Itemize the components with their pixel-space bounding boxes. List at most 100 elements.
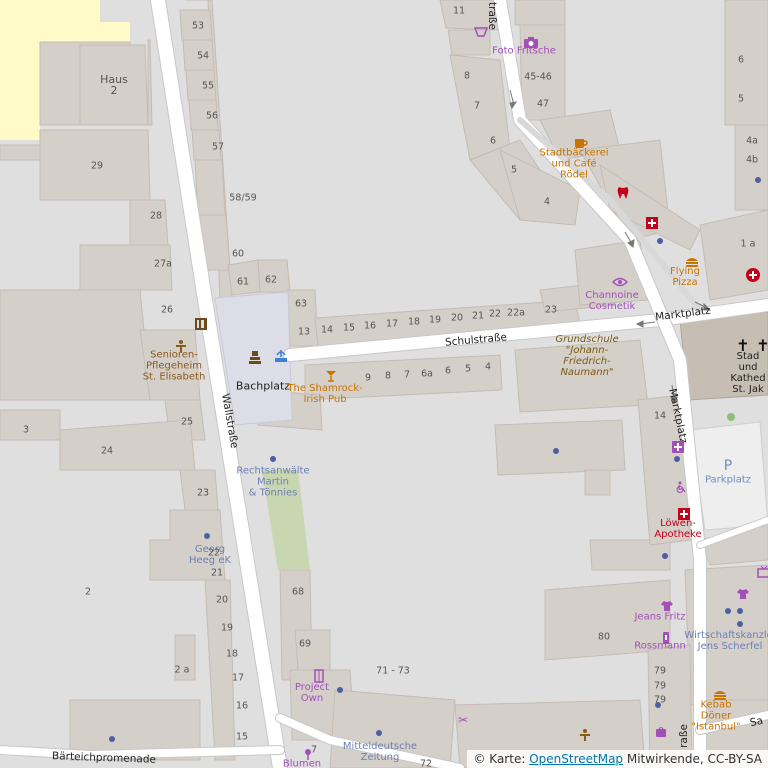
place-label-haus2: Haus 2	[100, 74, 128, 96]
poi-dot[interactable]	[553, 448, 559, 454]
house-number: 4	[484, 361, 492, 373]
house-number: 6a	[421, 368, 433, 380]
channoine-text: Channoine Cosmetik	[585, 290, 639, 312]
poi-rechtsanwaelte[interactable]: Rechtsanwälte Martin & Tönnies	[236, 466, 309, 499]
poi-mitteldeutsche-zeitung[interactable]: Mitteldeutsche Zeitung	[343, 741, 417, 763]
flying-pizza-text: Flying Pizza	[670, 266, 700, 288]
house-number: 11	[452, 5, 466, 17]
poi-stadtbaeckerei[interactable]: Stadtbäckerei und Café Rödel	[539, 148, 608, 181]
church-icon[interactable]: ✝	[756, 338, 768, 354]
kebab-text: Kebab Döner "Istanbul"	[691, 699, 741, 733]
house-number: 72	[419, 758, 433, 768]
poi-flying-pizza[interactable]: Flying Pizza	[670, 266, 700, 288]
house-number: 18	[407, 316, 421, 328]
house-number: 23	[544, 304, 558, 316]
mitteldeutsche-text: Mitteldeutsche Zeitung	[342, 741, 418, 763]
house-number: 63	[294, 298, 308, 310]
poi-shamrock-pub[interactable]: The Shamrock- Irish Pub	[287, 383, 362, 405]
house-number: 56	[205, 110, 219, 122]
house-number: 60	[231, 248, 245, 260]
poi-dot[interactable]	[109, 736, 115, 742]
shamrock-text: The Shamrock- Irish Pub	[287, 383, 363, 405]
church-icon[interactable]: ✝	[736, 338, 749, 354]
house-number: 8	[384, 370, 392, 382]
poi-dot[interactable]	[657, 238, 663, 244]
street-label-strasse-top: traße	[485, 2, 498, 30]
stadtbaeckerei-text: Stadtbäckerei und Café Rödel	[539, 147, 609, 181]
poi-seniorenheim[interactable]: Senioren- Pflegeheim St. Elisabeth	[143, 350, 206, 383]
house-number: 79	[653, 665, 667, 677]
house-number: 19	[428, 314, 442, 326]
house-number: 1 a	[740, 238, 756, 250]
house-number: 79	[653, 680, 667, 692]
house-number: 22	[207, 547, 221, 559]
house-number: 53	[191, 20, 205, 32]
house-number: 6	[489, 135, 497, 147]
rechtsanwaelte-text: Rechtsanwälte Martin & Tönnies	[236, 465, 310, 499]
poi-project-own[interactable]: Project Own	[295, 682, 329, 704]
attribution-osm-link[interactable]: OpenStreetMap	[529, 752, 623, 766]
poi-dot[interactable]	[755, 177, 761, 183]
house-number: 8	[463, 70, 471, 82]
house-number: 28	[149, 210, 163, 222]
parking-icon[interactable]: P	[724, 459, 732, 473]
house-number: 25	[180, 416, 194, 428]
poi-channoine-cosmetik[interactable]: Channoine Cosmetik	[585, 290, 639, 312]
house-number: 6	[737, 54, 745, 66]
house-number: 15	[235, 731, 249, 743]
house-number: 20	[450, 312, 464, 324]
poi-parkplatz[interactable]: Parkplatz	[705, 475, 751, 486]
house-number: 4	[543, 196, 551, 208]
house-number: 24	[100, 445, 114, 457]
attribution-prefix: © Karte:	[473, 752, 530, 766]
poi-loewen-apotheke[interactable]: Löwen- Apotheke	[654, 518, 701, 540]
house-number: 13	[297, 326, 311, 338]
house-number: 3	[22, 424, 30, 436]
house-number: 21	[210, 567, 224, 579]
scissors-icon[interactable]: ✂	[458, 714, 468, 726]
poi-dot[interactable]	[725, 608, 731, 614]
house-number: 5	[464, 363, 472, 375]
house-number: 54	[196, 50, 210, 62]
poi-dot[interactable]	[674, 456, 680, 462]
house-number: 14	[320, 324, 334, 336]
place-label-bachplatz[interactable]: Bachplatz	[236, 381, 290, 392]
house-number: 6	[444, 365, 452, 377]
wirtschaftskanzlei-text: Wirtschaftskanzlei Jens Scherfel	[684, 630, 768, 652]
house-number: 47	[536, 98, 550, 110]
house-number: 22	[488, 308, 502, 320]
house-number: 9	[364, 372, 372, 384]
house-number: 58/59	[229, 192, 257, 204]
house-number: 29	[90, 160, 104, 172]
house-number: 80	[597, 631, 611, 643]
poi-kathedrale[interactable]: Stad und Kathed St. Jak	[730, 351, 765, 395]
poi-dot[interactable]	[337, 687, 343, 693]
poi-wirtschaftskanzlei[interactable]: Wirtschaftskanzlei Jens Scherfel	[684, 630, 768, 652]
attribution-suffix: Mitwirkende, CC-BY-SA	[623, 752, 762, 766]
house-number: 79	[653, 694, 667, 706]
house-number: 62	[264, 274, 278, 286]
poi-dot[interactable]	[662, 553, 668, 559]
house-number: 7	[403, 369, 411, 381]
poi-grundschule[interactable]: Grundschule "Johann- Friedrich- Naumann"	[555, 334, 618, 378]
haus2-text: Haus 2	[100, 73, 128, 97]
house-number: 61	[236, 276, 250, 288]
map-attribution: © Karte: OpenStreetMap Mitwirkende, CC-B…	[467, 750, 768, 768]
house-number: 45-46	[524, 71, 552, 83]
house-number: 68	[291, 586, 305, 598]
poi-dot[interactable]	[737, 608, 743, 614]
poi-jeans-fritz[interactable]: Jeans Fritz	[634, 612, 685, 623]
poi-dot[interactable]	[270, 456, 276, 462]
house-number: 2	[84, 586, 92, 598]
poi-dot[interactable]	[376, 730, 382, 736]
poi-kebab[interactable]: Kebab Döner "Istanbul"	[691, 700, 740, 733]
loewen-apotheke-text: Löwen- Apotheke	[654, 518, 702, 540]
kathedrale-text: Stad und Kathed St. Jak	[730, 351, 766, 395]
seniorenheim-text: Senioren- Pflegeheim St. Elisabeth	[142, 349, 206, 383]
poi-dot[interactable]	[204, 533, 210, 539]
poi-dot[interactable]	[737, 621, 743, 627]
map-base-layer	[0, 0, 768, 768]
house-number: 7	[473, 100, 481, 112]
house-number: 19	[220, 622, 234, 634]
map-canvas[interactable]: Wallstraße Schulstraße Marktplatz Marktp…	[0, 0, 768, 768]
